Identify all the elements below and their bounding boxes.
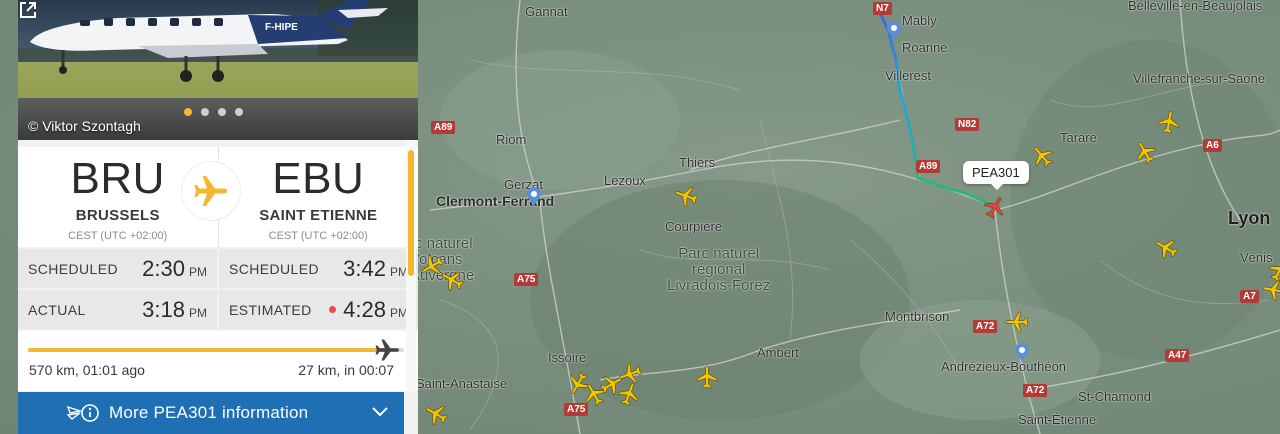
place-label: St-Chamond [1078, 389, 1151, 404]
scrollbar-thumb[interactable] [408, 150, 414, 276]
pagination-dot[interactable] [218, 108, 226, 116]
origin-city: BRUSSELS [75, 207, 160, 224]
airplane-icon [375, 339, 400, 361]
photo-credit[interactable]: © Viktor Szontagh [28, 118, 141, 134]
road-shield: N82 [955, 118, 980, 131]
flight-callout[interactable]: PEA301 [963, 161, 1029, 190]
progress-fill [28, 348, 388, 352]
pagination-dot[interactable] [184, 108, 192, 116]
place-label: Riom [496, 132, 527, 147]
place-label: Andrézieux-Bouthéon [941, 359, 1067, 374]
arrival-estimated: ESTIMATED 4:28 PM [219, 290, 418, 329]
place-label: Mably [902, 13, 937, 28]
place-label: Issoire [548, 350, 587, 365]
road-shield: A7 [1240, 290, 1259, 303]
place-label: Roanne [902, 40, 948, 55]
label: SCHEDULED [229, 260, 319, 277]
airport-icon[interactable] [887, 21, 901, 39]
time-ampm: PM [189, 305, 207, 320]
origin-timezone: CEST (UTC +02:00) [68, 230, 168, 242]
aircraft-icon[interactable] [1155, 108, 1183, 136]
aircraft-photo[interactable]: F-HIPE © Viktor Szontagh [18, 0, 418, 140]
place-label: Lezoux [604, 173, 646, 188]
arrival-scheduled: SCHEDULED 3:42 PM [219, 249, 418, 288]
label: ESTIMATED [229, 301, 312, 318]
place-label: Thiers [679, 155, 716, 170]
place-label: Gannat [525, 4, 568, 19]
place-label: Saint-Étienne [1018, 412, 1097, 427]
airplane-icon [194, 176, 227, 206]
time-ampm: PM [189, 264, 207, 279]
place-label: Belleville-en-Beaujolais [1128, 0, 1263, 13]
time-value: 2:30 [142, 255, 185, 281]
time-value: 3:42 [343, 255, 386, 281]
road-shield: A72 [973, 320, 998, 333]
place-label: Tarare [1060, 130, 1097, 145]
departure-actual: ACTUAL 3:18 PM [18, 290, 217, 329]
road-shield: A75 [514, 273, 539, 286]
destination-airport[interactable]: EBU SAINT ETIENNE CEST (UTC +02:00) [219, 147, 419, 247]
pagination-dot[interactable] [201, 108, 209, 116]
place-label: Lyon [1228, 208, 1271, 228]
road-shield: A47 [1165, 349, 1190, 362]
place-label: Courpière [665, 219, 723, 234]
road-shield: A89 [431, 121, 456, 134]
destination-timezone: CEST (UTC +02:00) [268, 230, 368, 242]
more-information-button[interactable]: More PEA301 information [18, 392, 404, 434]
road-shield: A89 [916, 160, 941, 173]
time-value: 4:28 [343, 296, 386, 322]
distance-flown: 570 km, 01:01 ago [29, 362, 145, 378]
place-label: Saint-Anastaise [416, 376, 508, 391]
label: SCHEDULED [28, 260, 118, 277]
chevron-down-icon [372, 407, 388, 417]
place-label: Ambert [757, 345, 799, 360]
more-information-label: More PEA301 information [109, 403, 309, 422]
road-shield: A75 [564, 403, 589, 416]
flight-info-panel: F-HIPE © Viktor Szontagh BRU BRUSSELS CE… [18, 0, 418, 434]
route-plane-badge [182, 162, 240, 220]
delay-indicator [329, 306, 337, 313]
registration-mark: F-HIPE [265, 22, 298, 33]
road-shield: A6 [1203, 139, 1222, 152]
flight-progress: 570 km, 01:01 ago 27 km, in 00:07 [18, 331, 418, 391]
airport-icon[interactable] [527, 187, 541, 205]
road-shield: A72 [1023, 384, 1048, 397]
place-label: Montbrison [885, 309, 950, 324]
destination-city: SAINT ETIENNE [259, 207, 378, 224]
park-label: Parc naturel régional Livradois-Forez [667, 245, 771, 294]
airport-icon[interactable] [1015, 343, 1029, 361]
road-shield: N7 [873, 2, 892, 15]
pagination-dot[interactable] [235, 108, 243, 116]
time-value: 3:18 [142, 296, 185, 322]
place-label: Villefranche-sur-Saone [1133, 71, 1265, 86]
label: ACTUAL [28, 301, 86, 318]
place-label: Vénis [1240, 250, 1273, 265]
place-label: Villerest [885, 68, 932, 83]
progress-bar [28, 339, 404, 361]
aircraft-icon[interactable] [695, 365, 719, 389]
departure-scheduled: SCHEDULED 2:30 PM [18, 249, 217, 288]
flight-times: SCHEDULED 2:30 PM SCHEDULED 3:42 PM ACTUAL… [18, 249, 418, 331]
plane-info-icon [66, 404, 99, 422]
distance-remaining: 27 km, in 00:07 [298, 362, 394, 378]
aircraft-icon[interactable] [1005, 310, 1029, 334]
photo-pagination[interactable] [184, 108, 243, 116]
destination-code: EBU [272, 154, 365, 203]
external-link-icon[interactable] [18, 0, 38, 20]
